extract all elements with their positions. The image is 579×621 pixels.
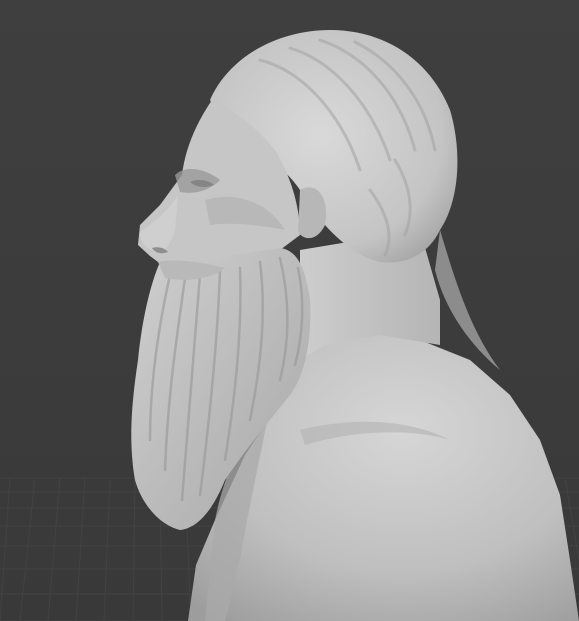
3d-viewport[interactable] <box>0 0 579 621</box>
viewport-canvas[interactable] <box>0 0 579 621</box>
